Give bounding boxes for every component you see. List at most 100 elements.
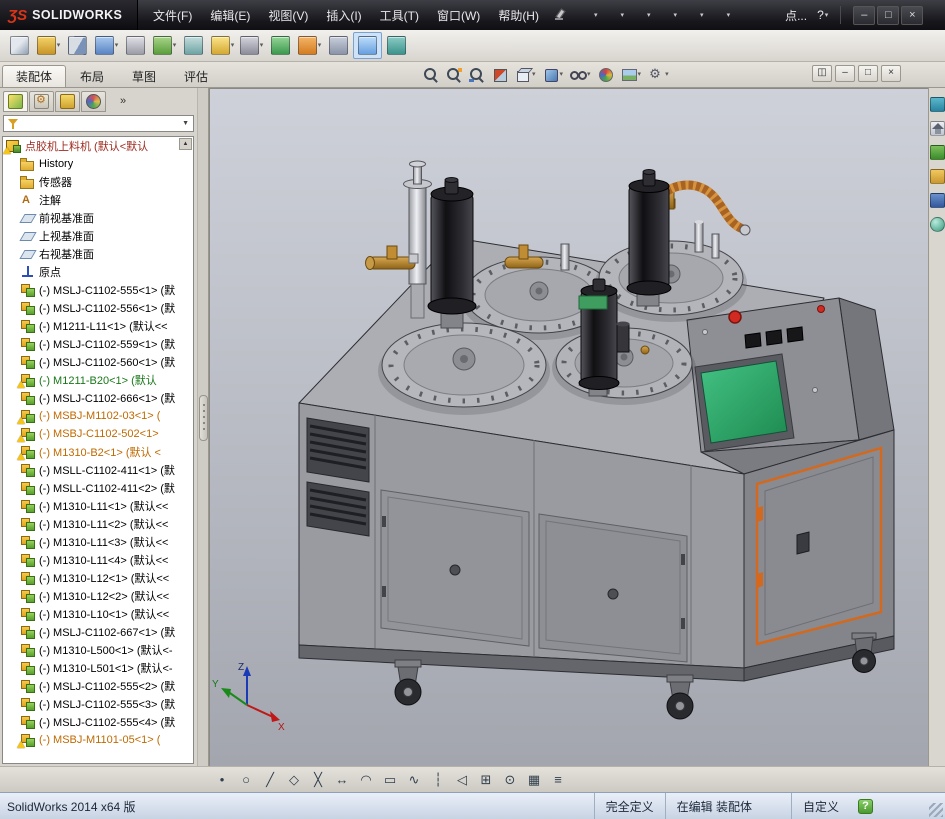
convert-entities-icon[interactable]: ⊙ [498, 769, 522, 791]
previous-view-icon[interactable] [466, 64, 488, 85]
tree-item[interactable]: (-) MSLJ-C1102-559<1> (默 [3, 335, 193, 353]
section-view-icon[interactable] [489, 64, 511, 85]
tree-filter-box[interactable]: ▼ [3, 115, 194, 132]
tree-item[interactable]: (-) M1310-L11<2> (默认<< [3, 515, 193, 533]
dropdown-caret-icon[interactable] [231, 42, 235, 49]
linear-sketch-pattern-icon[interactable]: ⊞ [474, 769, 498, 791]
tile-window-button[interactable]: ◫ [812, 65, 832, 82]
dropdown-caret-icon[interactable] [665, 71, 669, 78]
external-references-icon[interactable] [382, 32, 411, 59]
edit-appearance-icon[interactable] [595, 64, 617, 85]
sketch-spline-icon[interactable]: ∿ [402, 769, 426, 791]
dropdown-caret-icon[interactable] [587, 71, 591, 78]
maximize-button[interactable]: □ [877, 5, 900, 25]
tree-item[interactable]: 右视基准面 [3, 245, 193, 263]
quick-tips-button[interactable]: ? [858, 798, 873, 814]
zoom-fit-icon[interactable] [420, 64, 442, 85]
menu-item[interactable]: 视图(V) [259, 4, 317, 27]
appearances-icon[interactable] [929, 217, 945, 232]
tree-item[interactable]: (-) MSLJ-C1102-555<3> (默 [3, 695, 193, 713]
show-hidden-components-icon[interactable] [179, 32, 208, 59]
view-palette-icon[interactable] [929, 193, 945, 208]
dropdown-caret-icon[interactable] [594, 12, 598, 19]
tree-item[interactable]: (-) MSLJ-C1102-555<4> (默 [3, 713, 193, 731]
tree-item[interactable]: (-) MSBJ-M1101-05<1> ( [3, 731, 193, 749]
rebuild-icon[interactable] [733, 3, 755, 27]
sketch-circle-icon[interactable]: ○ [234, 769, 258, 791]
tree-item[interactable]: 点胶机上料机 (默认<默认 [3, 137, 193, 155]
filter-dropdown-caret-icon[interactable]: ▼ [182, 120, 189, 127]
tree-item[interactable]: (-) M1310-L11<3> (默认<< [3, 533, 193, 551]
exploded-view-icon[interactable] [324, 32, 353, 59]
menu-item[interactable]: 帮助(H) [489, 4, 548, 27]
tree-item[interactable]: (-) M1310-L501<1> (默认<- [3, 659, 193, 677]
dropdown-caret-icon[interactable] [727, 12, 731, 19]
dropdown-caret-icon[interactable] [647, 12, 651, 19]
tree-item[interactable]: 上视基准面 [3, 227, 193, 245]
sketch-settings-icon[interactable]: ≡ [546, 769, 570, 791]
new-motion-study-icon[interactable] [266, 32, 295, 59]
menu-pin-icon[interactable] [554, 8, 564, 22]
select-icon[interactable] [707, 3, 734, 27]
tree-item[interactable]: (-) MSLJ-C1102-666<1> (默 [3, 389, 193, 407]
centerline-icon[interactable]: ┆ [426, 769, 450, 791]
tree-item[interactable]: (-) M1310-L12<2> (默认<< [3, 587, 193, 605]
sketch-polygon-icon[interactable]: ◇ [282, 769, 306, 791]
smart-fasteners-icon[interactable] [121, 32, 150, 59]
view-settings-icon[interactable] [645, 64, 672, 85]
tree-item[interactable]: (-) M1310-B2<1> (默认 < [3, 443, 193, 461]
zoom-area-icon[interactable] [443, 64, 465, 85]
dropdown-caret-icon[interactable] [260, 42, 264, 49]
graphics-viewport[interactable]: Z X Y [209, 88, 928, 766]
sketch-grid-icon[interactable]: ▦ [522, 769, 546, 791]
linear-component-pattern-icon[interactable] [92, 32, 121, 59]
featuremanager-tab[interactable] [3, 91, 28, 112]
insert-components-icon[interactable] [34, 32, 63, 59]
save-icon[interactable] [627, 3, 654, 27]
machine-3d-model[interactable]: Z X Y [209, 88, 928, 766]
undo-icon[interactable] [680, 3, 707, 27]
panel-overflow-button[interactable]: » [120, 95, 126, 107]
edit-component-icon[interactable] [5, 32, 34, 59]
propertymanager-tab[interactable] [29, 91, 54, 112]
instant3d-icon[interactable] [353, 32, 382, 59]
options-gear-icon[interactable] [755, 3, 777, 27]
close-button[interactable]: × [901, 5, 924, 25]
dropdown-caret-icon[interactable] [57, 42, 61, 49]
tree-item[interactable]: (-) M1211-B20<1> (默认 [3, 371, 193, 389]
tree-scroll-up-button[interactable]: ▲ [179, 138, 192, 150]
reference-geometry-icon[interactable] [237, 32, 266, 59]
resize-grip[interactable] [929, 803, 943, 817]
mirror-entities-icon[interactable]: ◁ [450, 769, 474, 791]
trim-entities-icon[interactable]: ╳ [306, 769, 330, 791]
commandmanager-tab[interactable]: 布局 [66, 65, 118, 87]
custom-toolbar-selector[interactable]: 自定义 [790, 793, 850, 819]
close-doc-button[interactable]: × [881, 65, 901, 82]
commandmanager-tab[interactable]: 草图 [118, 65, 170, 87]
smart-dimension-icon[interactable]: ↔ [330, 769, 354, 791]
move-component-icon[interactable] [150, 32, 179, 59]
menu-item[interactable]: 工具(T) [371, 4, 428, 27]
home-icon[interactable] [929, 121, 945, 136]
menu-item[interactable]: 窗口(W) [428, 4, 489, 27]
dropdown-caret-icon[interactable] [638, 71, 642, 78]
tree-item[interactable]: 传感器 [3, 173, 193, 191]
tree-item[interactable]: (-) MSLJ-C1102-556<1> (默 [3, 299, 193, 317]
assembly-features-icon[interactable] [208, 32, 237, 59]
commandmanager-tab[interactable]: 评估 [170, 65, 222, 87]
dropdown-caret-icon[interactable] [115, 42, 119, 49]
menu-item[interactable]: 文件(F) [144, 4, 201, 27]
tree-item[interactable]: (-) M1310-L12<1> (默认<< [3, 569, 193, 587]
tree-item[interactable]: (-) MSLJ-C1102-555<1> (默 [3, 281, 193, 299]
sketch-arc-icon[interactable]: ◠ [354, 769, 378, 791]
tree-item[interactable]: (-) MSLJ-C1102-667<1> (默 [3, 623, 193, 641]
minimize-doc-button[interactable]: – [835, 65, 855, 82]
dropdown-caret-icon[interactable] [700, 12, 704, 19]
new-document-icon[interactable] [574, 3, 601, 27]
tree-item[interactable]: (-) MSBJ-C1102-502<1> [3, 425, 193, 443]
help-button[interactable]: ? [813, 8, 832, 22]
tree-item[interactable]: 注解 [3, 191, 193, 209]
tree-item[interactable]: (-) M1310-L11<4> (默认<< [3, 551, 193, 569]
tree-item[interactable]: (-) MSLL-C1102-411<2> (默 [3, 479, 193, 497]
sketch-point-icon[interactable]: • [210, 769, 234, 791]
